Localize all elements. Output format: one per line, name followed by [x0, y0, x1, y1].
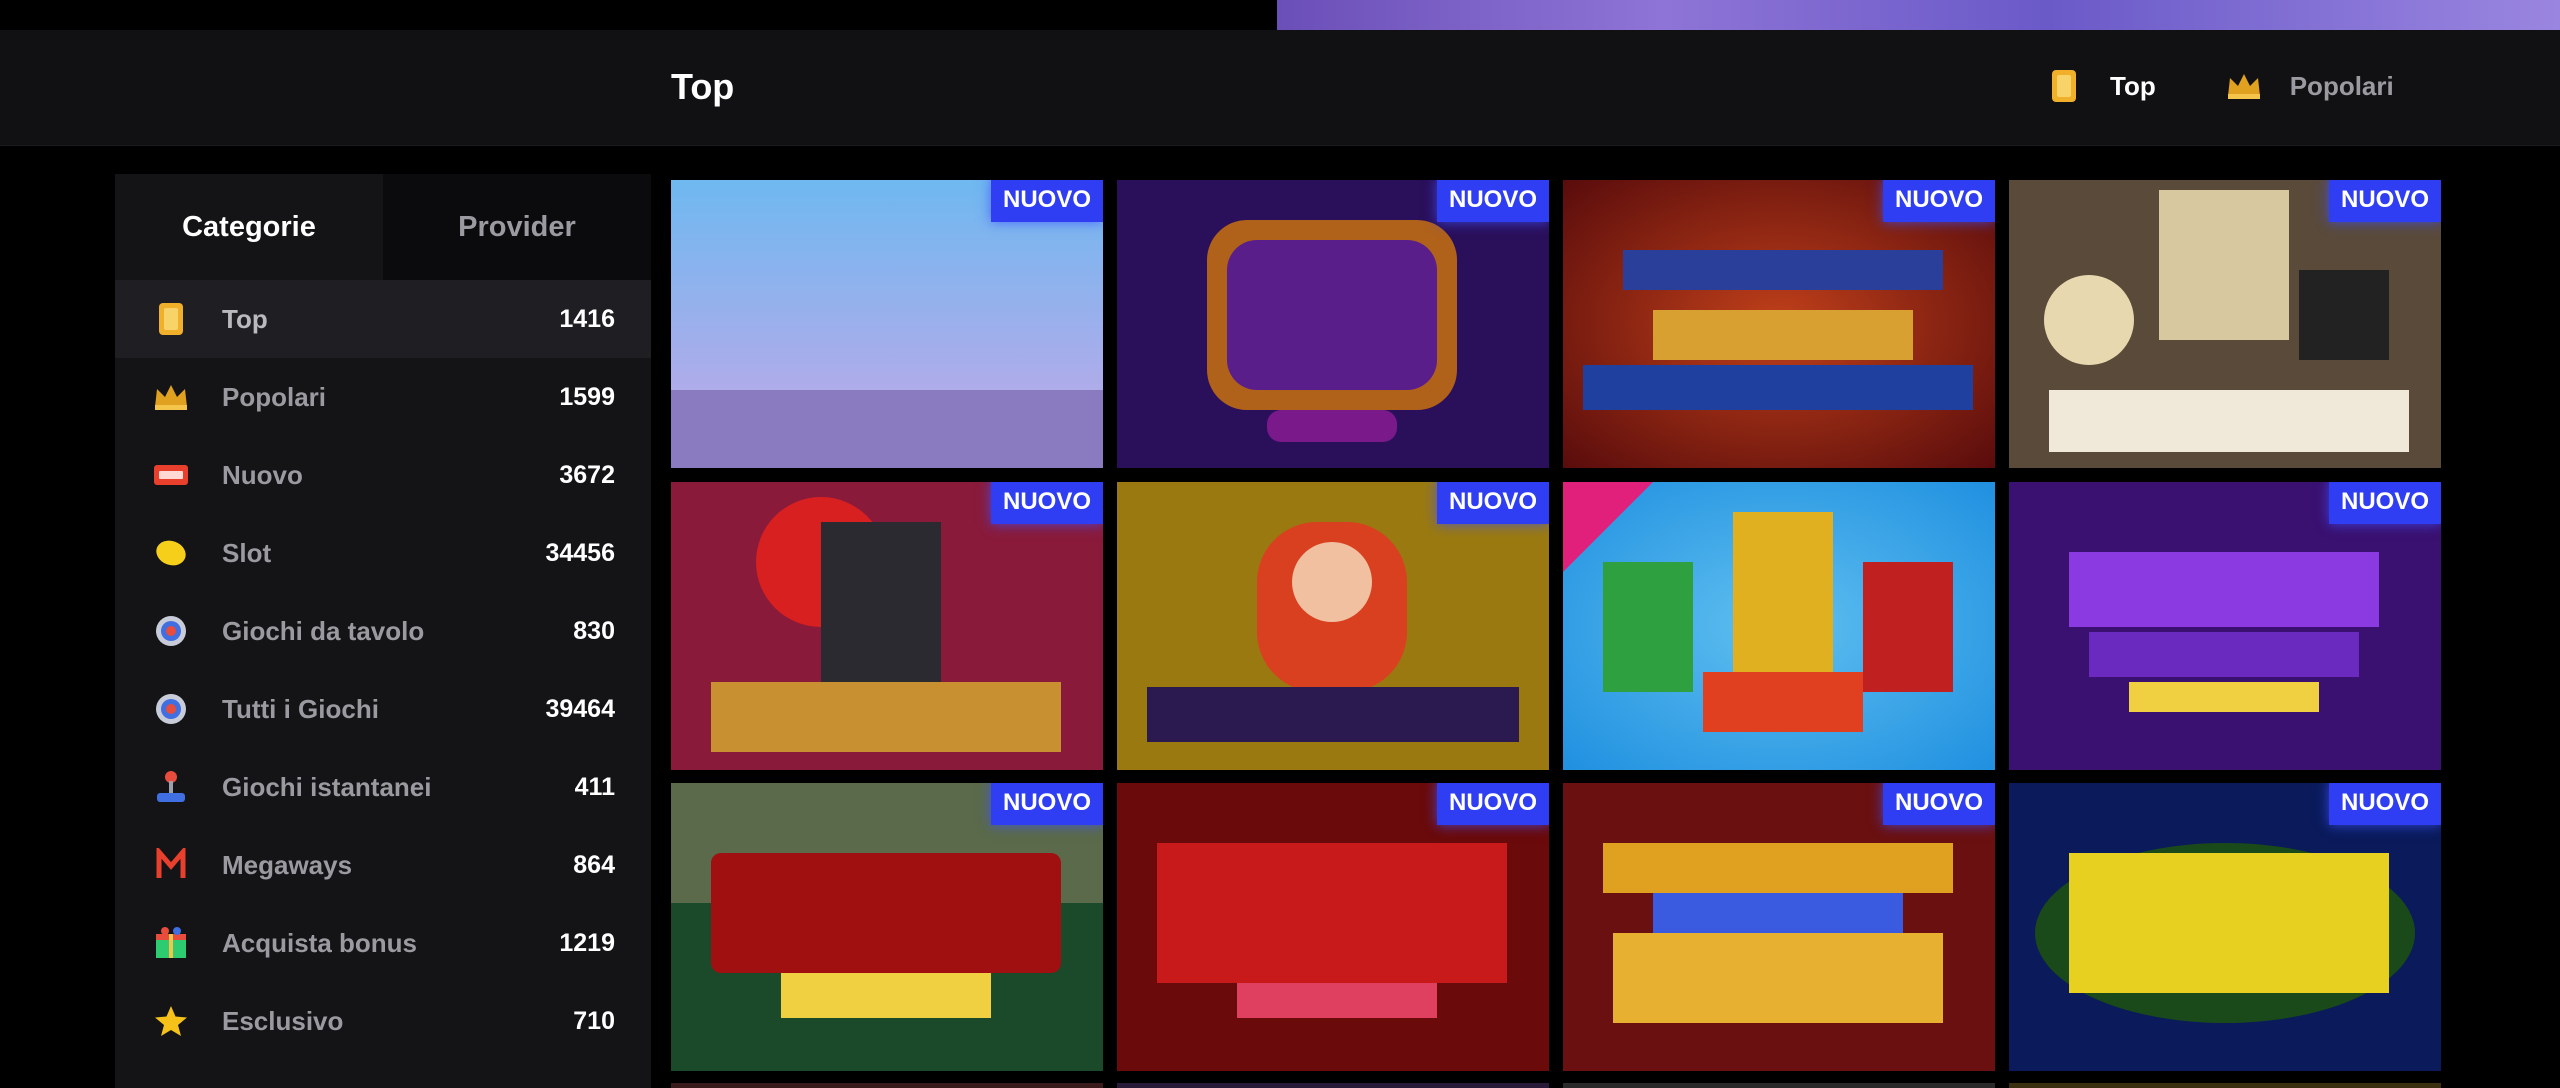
- lemon-icon: [151, 533, 191, 573]
- category-label: Megaways: [222, 849, 353, 880]
- category-item-megaways[interactable]: Megaways 864: [115, 826, 651, 904]
- game-art: [671, 482, 1103, 770]
- category-label: Slot: [222, 537, 272, 568]
- joystick-icon: [151, 767, 191, 807]
- game-tile[interactable]: NUOVO: [1563, 180, 1995, 468]
- new-badge-icon: [151, 455, 191, 495]
- card-icon: [151, 299, 191, 339]
- category-item-acquista-bonus[interactable]: Acquista bonus 1219: [115, 904, 651, 982]
- page-header: Top Top Popolari: [0, 30, 2560, 146]
- game-tile[interactable]: NUOVO: [1117, 482, 1549, 770]
- category-count: 39464: [545, 694, 615, 723]
- category-label: Tutti i Giochi: [222, 693, 379, 724]
- category-item-popolari[interactable]: Popolari 1599: [115, 358, 651, 436]
- chip-icon: [151, 611, 191, 651]
- game-tile[interactable]: NUOVO: [2009, 482, 2441, 770]
- game-tile-partial[interactable]: [2009, 1083, 2441, 1088]
- new-badge: NUOVO: [1882, 180, 1995, 222]
- category-item-tutti-i-giochi[interactable]: Tutti i Giochi 39464: [115, 670, 651, 748]
- new-badge: NUOVO: [990, 180, 1103, 222]
- crown-icon: [2226, 68, 2262, 104]
- gift-icon: [151, 923, 191, 963]
- new-badge: NUOVO: [990, 783, 1103, 825]
- category-label: Top: [222, 303, 268, 334]
- new-badge: NUOVO: [1436, 783, 1549, 825]
- category-item-nuovo[interactable]: Nuovo 3672: [115, 436, 651, 514]
- new-badge: NUOVO: [1436, 482, 1549, 524]
- category-item-slot[interactable]: Slot 34456: [115, 514, 651, 592]
- new-badge: NUOVO: [990, 482, 1103, 524]
- nav-top[interactable]: Top: [2046, 68, 2156, 104]
- category-count: 1219: [559, 928, 615, 957]
- game-tile[interactable]: NUOVO: [1117, 783, 1549, 1071]
- category-count: 3672: [559, 460, 615, 489]
- promo-banner-strip[interactable]: [1277, 0, 2560, 30]
- category-label: Giochi istantanei: [222, 771, 432, 802]
- tab-categorie[interactable]: Categorie: [115, 174, 383, 280]
- tab-provider[interactable]: Provider: [383, 174, 651, 280]
- header-nav: Top Popolari: [2046, 68, 2394, 104]
- game-tile[interactable]: NUOVO: [671, 180, 1103, 468]
- new-badge: NUOVO: [2328, 783, 2441, 825]
- nav-popolari-label: Popolari: [2289, 70, 2394, 101]
- game-art: [2009, 783, 2441, 1071]
- new-badge: NUOVO: [2328, 482, 2441, 524]
- category-count: 34456: [545, 538, 615, 567]
- game-art: [1563, 482, 1995, 770]
- game-tile[interactable]: [1563, 482, 1995, 770]
- megaways-icon: [151, 845, 191, 885]
- page-title: Top: [671, 66, 735, 107]
- chip-icon: [151, 689, 191, 729]
- nav-popolari[interactable]: Popolari: [2226, 68, 2394, 104]
- category-count: 864: [573, 850, 615, 879]
- game-art: [671, 180, 1103, 468]
- category-count: 1416: [559, 304, 615, 333]
- category-label: Acquista bonus: [222, 927, 418, 958]
- game-tile-partial[interactable]: [671, 1083, 1103, 1088]
- game-art: [2009, 482, 2441, 770]
- game-art: [1563, 783, 1995, 1071]
- game-tile[interactable]: NUOVO: [1117, 180, 1549, 468]
- category-label: Nuovo: [222, 459, 303, 490]
- category-item-top[interactable]: Top 1416: [115, 280, 651, 358]
- game-tile[interactable]: NUOVO: [1563, 783, 1995, 1071]
- category-item-giochi-da-tavolo[interactable]: Giochi da tavolo 830: [115, 592, 651, 670]
- category-label: Esclusivo: [222, 1005, 344, 1036]
- category-label: Giochi da tavolo: [222, 615, 425, 646]
- category-count: 411: [574, 772, 615, 801]
- new-badge: NUOVO: [1882, 783, 1995, 825]
- game-tile[interactable]: NUOVO: [671, 482, 1103, 770]
- sidebar-tabs: Categorie Provider: [115, 174, 651, 280]
- category-item-giochi-istantanei[interactable]: Giochi istantanei 411: [115, 748, 651, 826]
- category-count: 830: [573, 616, 615, 645]
- category-item-esclusivo[interactable]: Esclusivo 710: [115, 982, 651, 1060]
- game-tile-partial[interactable]: [1563, 1083, 1995, 1088]
- game-tile[interactable]: NUOVO: [671, 783, 1103, 1071]
- game-art: [1563, 180, 1995, 468]
- game-tile-partial[interactable]: [1117, 1083, 1549, 1088]
- category-sidebar: Categorie Provider Top 1416 Popolari 159…: [115, 174, 651, 1088]
- game-art: [2009, 180, 2441, 468]
- game-art: [1117, 180, 1549, 468]
- nav-top-label: Top: [2110, 70, 2156, 101]
- new-badge: NUOVO: [1436, 180, 1549, 222]
- crown-icon: [151, 377, 191, 417]
- game-tile[interactable]: NUOVO: [2009, 783, 2441, 1071]
- category-count: 1599: [559, 382, 615, 411]
- new-badge: NUOVO: [2328, 180, 2441, 222]
- category-list: Top 1416 Popolari 1599 Nuovo 3672 Slot 3…: [115, 280, 651, 1060]
- star-icon: [151, 1001, 191, 1041]
- game-art: [1117, 783, 1549, 1071]
- card-icon: [2046, 68, 2082, 104]
- game-art: [1117, 482, 1549, 770]
- game-art: [671, 783, 1103, 1071]
- category-count: 710: [573, 1006, 615, 1035]
- category-label: Popolari: [222, 381, 327, 412]
- game-tile[interactable]: NUOVO: [2009, 180, 2441, 468]
